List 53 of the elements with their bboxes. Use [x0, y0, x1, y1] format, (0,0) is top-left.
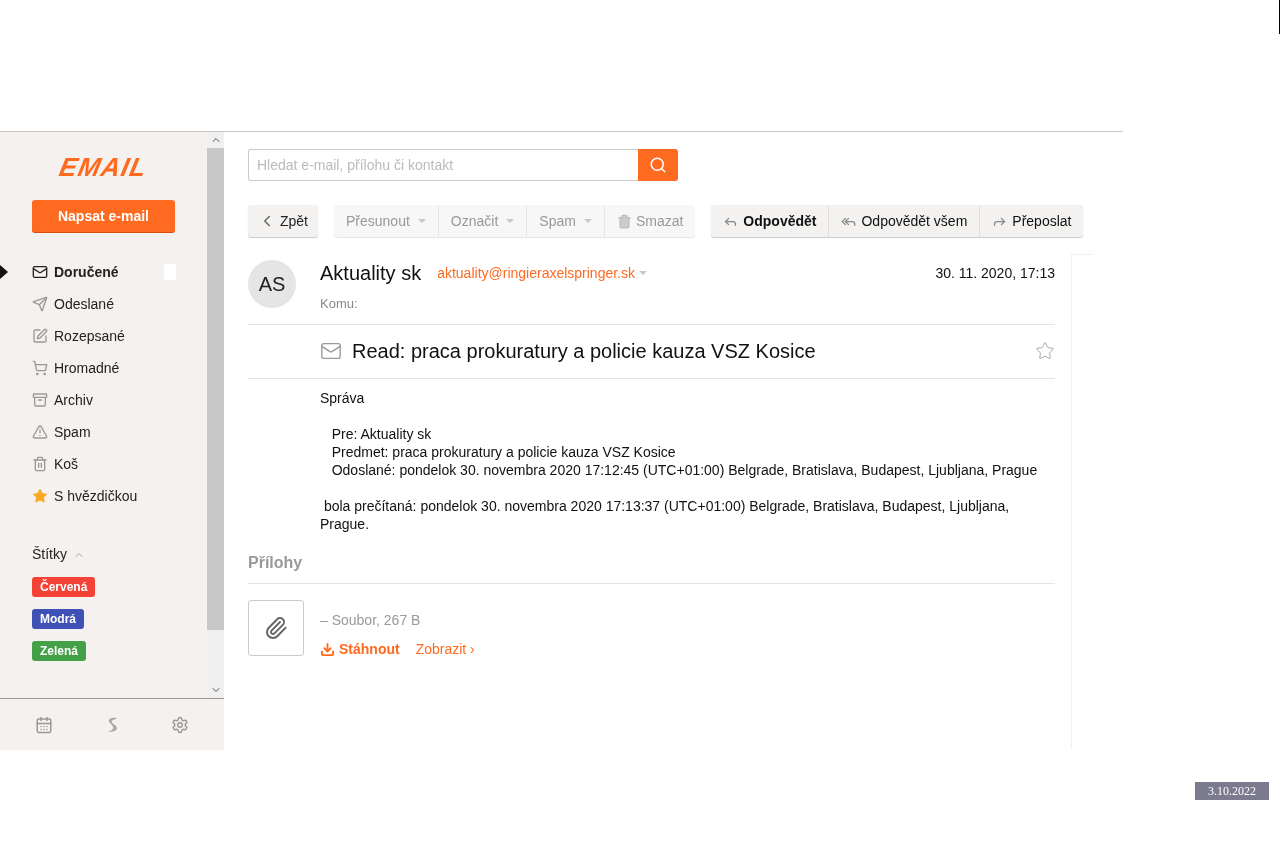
sender-avatar: AS — [248, 260, 296, 308]
sender-name: Aktuality sk — [320, 261, 422, 286]
pencil-square-icon — [32, 328, 48, 344]
search-button[interactable] — [638, 149, 678, 181]
back-button[interactable]: Zpět — [248, 205, 318, 237]
folder-item[interactable]: S hvězdičkou — [0, 480, 207, 512]
folder-item[interactable]: Odeslané — [0, 288, 207, 320]
body-text: bola prečítaná: pondelok 30. novembra 2020 17:13:37 (UTC+01:00) Belgrade, Bratislava, Budapest, Ljubljana, Prague. — [320, 496, 1011, 533]
body-text: Pre: Aktuality sk — [330, 424, 433, 443]
cart-icon — [32, 360, 48, 376]
folder-item[interactable]: Koš — [0, 448, 207, 480]
folder-item[interactable]: Doručené — [0, 256, 207, 288]
folder-item[interactable]: Archiv — [0, 384, 207, 416]
download-icon — [320, 641, 335, 657]
search-icon — [649, 156, 667, 174]
folder-item[interactable]: Spam — [0, 416, 207, 448]
message-date: 30. 11. 2020, 17:13 — [935, 263, 1055, 283]
caret-icon — [506, 219, 515, 223]
body-text: Odoslané: pondelok 30. novembra 2020 17:12:45 (UTC+01:00) Belgrade, Bratislava, Budapest, Ljubljana, Prague — [330, 460, 1039, 479]
labels-heading: Štítky — [32, 545, 67, 564]
reply-button[interactable]: Odpovědět — [711, 205, 829, 237]
body-text: Správa — [320, 388, 366, 407]
envelope-icon — [32, 264, 48, 280]
scrollbar[interactable] — [207, 132, 224, 698]
label-tag[interactable]: Červená — [32, 577, 96, 597]
reply-button[interactable]: Přeposlat — [979, 205, 1084, 237]
caret-icon — [417, 219, 426, 223]
search-field[interactable]: Hledat e-mail, přílohu či kontakt — [248, 149, 638, 181]
selected-pointer-icon — [0, 265, 8, 279]
trash-icon — [616, 213, 632, 229]
archive-box-icon — [32, 392, 48, 408]
warning-icon — [32, 424, 48, 440]
attachment-name: – Soubor, 267 B — [320, 610, 422, 630]
folder-item[interactable]: Rozepsané — [0, 320, 207, 352]
paperclip-icon — [264, 615, 288, 640]
trash-icon — [32, 456, 48, 472]
caret-icon — [583, 219, 592, 223]
body-text: Predmet: praca prokuratury a policie kauza VSZ Kosice — [330, 442, 677, 461]
date-stamp: 3.10.2022 — [1195, 782, 1269, 800]
settings-icon[interactable] — [170, 715, 189, 734]
folder-item[interactable]: Hromadné — [0, 352, 207, 384]
reply-button[interactable]: Odpovědět všem — [828, 205, 980, 237]
calendar-icon[interactable] — [35, 715, 54, 734]
message-subject: Read: praca prokuratury a policie kauza VSZ Kosice — [352, 339, 816, 364]
envelope-icon — [320, 340, 342, 362]
attachment-thumbnail[interactable] — [248, 599, 304, 656]
attachments-heading: Přílohy — [248, 550, 1055, 584]
caret-icon — [639, 271, 647, 275]
paper-plane-icon — [32, 296, 48, 312]
star-icon[interactable] — [1035, 341, 1055, 361]
recipient-label: Komu: — [320, 295, 359, 313]
star-icon — [32, 488, 48, 504]
label-tag[interactable]: Modrá — [32, 609, 84, 629]
